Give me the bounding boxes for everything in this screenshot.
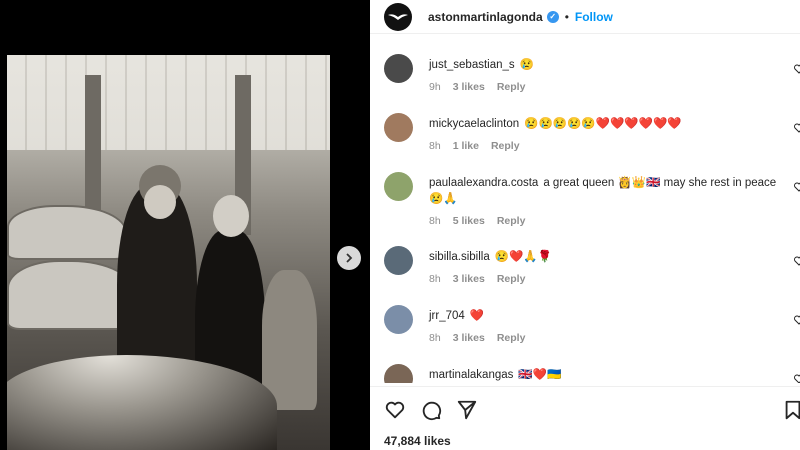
comment-likes[interactable]: 3 likes: [453, 332, 485, 344]
account-handle[interactable]: astonmartinlagonda: [428, 10, 543, 24]
post-like-count[interactable]: 47,884 likes: [384, 434, 451, 448]
comment-like-heart-icon[interactable]: [794, 256, 800, 266]
comment-text: 🇬🇧❤️🇺🇦: [518, 369, 562, 381]
commenter-avatar[interactable]: [384, 364, 413, 383]
reply-button[interactable]: Reply: [497, 273, 526, 285]
comment-username[interactable]: just_sebastian_s: [429, 59, 515, 71]
comment-item: sibilla.sibilla 😢❤️🙏🌹 8h 3 likes Reply: [370, 232, 800, 291]
photo-face: [144, 185, 176, 219]
post-actions-bar: [370, 386, 800, 426]
next-photo-button[interactable]: [337, 246, 361, 270]
comment-like-heart-icon[interactable]: [794, 64, 800, 74]
comment-time: 8h: [429, 332, 441, 344]
brand-avatar[interactable]: [384, 2, 412, 31]
photo-face-man: [213, 195, 249, 237]
comment-username[interactable]: sibilla.sibilla: [429, 251, 490, 263]
post-header: astonmartinlagonda ✓ • Follow: [370, 0, 800, 34]
comment-item: jrr_704 ❤️ 8h 3 likes Reply: [370, 291, 800, 350]
commenter-avatar[interactable]: [384, 172, 413, 201]
post-photo[interactable]: [7, 55, 330, 450]
comment-username[interactable]: jrr_704: [429, 310, 465, 322]
comment-item: mickycaelaclinton 😢😢😢😢😢❤️❤️❤️❤️❤️❤️ 8h 1 …: [370, 99, 800, 158]
commenter-avatar[interactable]: [384, 54, 413, 83]
comment-likes[interactable]: 3 likes: [453, 81, 485, 93]
comment-text: ❤️: [469, 310, 485, 322]
comment-item: just_sebastian_s 😢 9h 3 likes Reply: [370, 40, 800, 99]
comment-item: paulaalexandra.costa a great queen 👸👑🇬🇧 m…: [370, 158, 800, 230]
comments-list[interactable]: just_sebastian_s 😢 9h 3 likes Reply micky…: [370, 40, 800, 383]
media-panel: [0, 0, 370, 450]
comment-likes[interactable]: 1 like: [453, 140, 479, 152]
comment-like-heart-icon[interactable]: [794, 182, 800, 192]
comment-text: 😢: [519, 59, 534, 71]
reply-button[interactable]: Reply: [491, 140, 520, 152]
reply-button[interactable]: Reply: [497, 332, 526, 344]
comment-button[interactable]: [420, 399, 442, 421]
aston-martin-wings-logo: [388, 13, 408, 20]
comment-username[interactable]: paulaalexandra.costa: [429, 177, 538, 189]
comment-like-heart-icon[interactable]: [794, 374, 800, 383]
bookmark-icon: [785, 400, 800, 420]
photo-ceiling: [7, 55, 330, 150]
separator: •: [564, 9, 569, 24]
commenter-avatar[interactable]: [384, 113, 413, 142]
comment-item: martinalakangas 🇬🇧❤️🇺🇦: [370, 350, 800, 383]
share-button[interactable]: [456, 399, 478, 421]
paper-plane-icon: [457, 400, 477, 420]
like-button[interactable]: [384, 399, 406, 421]
save-button[interactable]: [782, 399, 800, 421]
comment-time: 8h: [429, 215, 441, 227]
verified-badge-icon: ✓: [546, 10, 559, 23]
reply-button[interactable]: Reply: [497, 81, 526, 93]
comment-like-heart-icon[interactable]: [794, 315, 800, 325]
heart-icon: [385, 401, 405, 419]
comment-likes[interactable]: 3 likes: [453, 273, 485, 285]
follow-button[interactable]: Follow: [575, 10, 613, 24]
comment-likes[interactable]: 5 likes: [453, 215, 485, 227]
chevron-right-icon: [346, 253, 353, 263]
comment-text: 😢😢😢😢😢❤️❤️❤️❤️❤️❤️: [524, 118, 682, 130]
reply-button[interactable]: Reply: [497, 215, 526, 227]
commenter-avatar[interactable]: [384, 246, 413, 275]
photo-figure-worker: [262, 270, 317, 410]
comment-username[interactable]: mickycaelaclinton: [429, 118, 519, 130]
comment-time: 8h: [429, 273, 441, 285]
comment-time: 9h: [429, 81, 441, 93]
commenter-avatar[interactable]: [384, 305, 413, 334]
comment-time: 8h: [429, 140, 441, 152]
comment-icon: [422, 401, 442, 421]
comment-text: 😢❤️🙏🌹: [494, 251, 552, 263]
post-side-panel: astonmartinlagonda ✓ • Follow just_sebas…: [370, 0, 800, 450]
photo-car: [7, 205, 127, 260]
comment-like-heart-icon[interactable]: [794, 123, 800, 133]
comment-username[interactable]: martinalakangas: [429, 369, 513, 381]
